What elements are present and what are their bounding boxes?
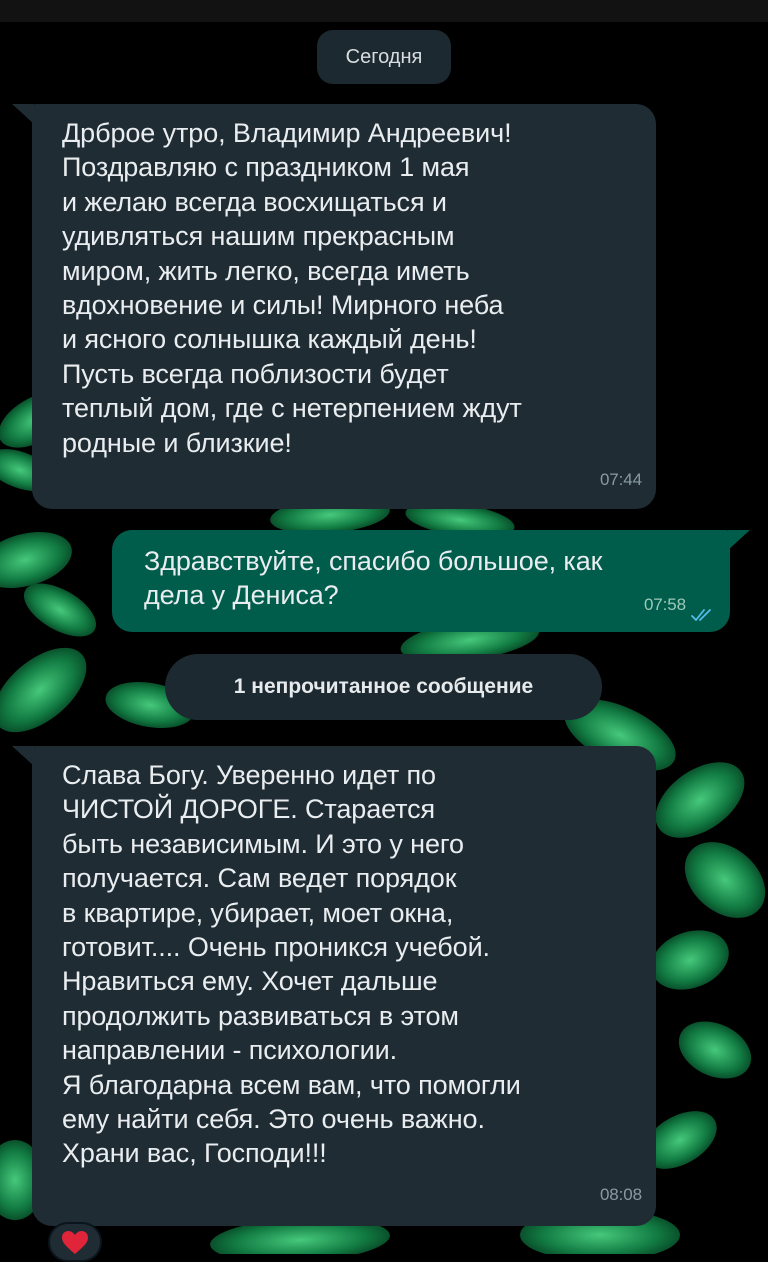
bubble-tail [12,104,34,124]
date-separator: Сегодня [317,30,451,84]
message-time: 07:44 [599,469,642,489]
message-text: Слава Богу. Уверенно идет по ЧИСТОЙ ДОРО… [62,760,521,1169]
double-check-read-icon [691,609,711,621]
red-heart-icon [62,1231,88,1254]
unread-messages-separator: 1 непрочитанное сообщение [165,654,602,720]
message-time: 07:58 [643,594,686,614]
message-bubble-incoming[interactable]: Дрброе утро, Владимир Андреевич! Поздрав… [12,104,656,509]
bubble-tail [12,746,34,766]
message-text: Дрброе утро, Владимир Андреевич! Поздрав… [62,118,522,458]
bubble-tail [728,530,750,550]
message-time: 08:08 [599,1184,642,1204]
message-bubble-incoming[interactable]: Слава Богу. Уверенно идет по ЧИСТОЙ ДОРО… [12,746,656,1226]
message-bubble-outgoing[interactable]: Здравствуйте, спасибо большое, как дела … [112,530,750,632]
message-reaction[interactable] [48,1222,102,1262]
message-text: Здравствуйте, спасибо большое, как дела … [144,546,603,611]
